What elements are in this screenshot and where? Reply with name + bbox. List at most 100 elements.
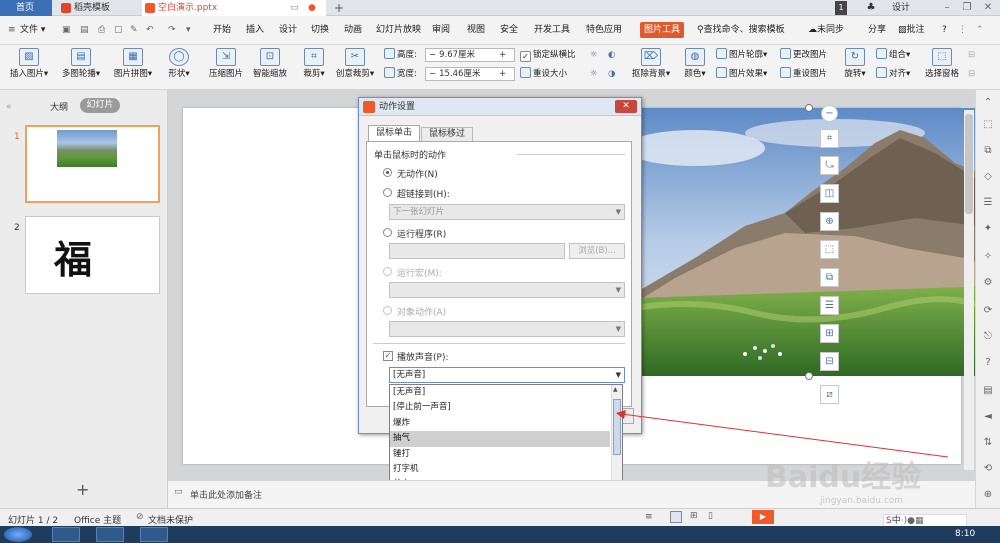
pane-copy-icon[interactable]: ⧉ [981,144,995,158]
pane-backup-icon[interactable]: ⟳ [981,304,995,318]
group-button[interactable]: 组合▾ [876,48,910,62]
sound-select[interactable]: [无声音] ▼ [389,367,625,383]
export-pdf-icon[interactable]: ▤ [80,22,89,38]
sound-option[interactable]: [停止前一声音] [390,400,610,415]
customize-icon[interactable]: ▾ [186,22,191,38]
add-slide-button[interactable]: + [76,480,89,499]
pane-effect-icon[interactable]: ✧ [981,250,995,264]
pane-style-icon[interactable]: ☰ [981,196,995,210]
width-decrement[interactable]: − [426,69,439,79]
picture-outline-button[interactable]: 图片轮廓▾ [716,48,767,62]
menu-file[interactable]: 文件 ▾ [20,22,45,38]
notes-toggle-icon[interactable]: ≡ [645,512,653,522]
smart-scale-button[interactable]: ⊡ 智能缩放 [250,48,290,79]
help-button[interactable]: ? [942,22,947,38]
remove-bg-button[interactable]: ⌦ 抠除背景▾ [630,48,672,79]
color-button[interactable]: ◍ 颜色▾ [680,48,710,79]
menu-item[interactable]: 开发工具 [534,22,570,38]
clock-time[interactable]: 8:10 [955,529,975,539]
redo-icon[interactable]: ↷ [168,22,176,38]
send-backward-icon[interactable]: ⊟ [968,67,975,81]
collapse-ribbon-icon[interactable]: ⌃ [976,22,984,38]
multi-outline-button[interactable]: ▤ 多图轮播▾ [58,48,104,79]
pane-more-icon[interactable]: ⊕ [981,488,995,502]
collapse-float-icon[interactable]: − [821,105,838,122]
slide-picture[interactable] [635,108,993,376]
float-edit-icon[interactable]: ⧄ [820,385,839,404]
contrast-down-icon[interactable]: ◑ [608,67,615,81]
height-input[interactable]: −9.67厘米 + [425,48,515,62]
float-select-icon[interactable]: ⬚ [820,240,839,259]
normal-view-icon[interactable] [670,511,682,523]
program-path-input[interactable] [389,243,565,259]
height-decrement[interactable]: − [426,50,439,60]
float-crop-icon[interactable]: ⌗ [820,129,839,148]
radio-run-macro[interactable] [383,267,392,276]
protect-status[interactable]: 文档未保护 [148,513,193,526]
crop-button[interactable]: ⌗ 裁剪▾ [300,48,328,79]
taskbar-folder-icon[interactable] [96,527,124,542]
sound-option[interactable]: 打字机 [390,462,610,477]
pane-history-icon[interactable]: ⟲ [981,462,995,476]
play-sound-checkbox[interactable]: ✓ [383,351,393,361]
insert-picture-button[interactable]: ▨ 插入图片▾ [6,48,52,79]
pane-share-icon[interactable]: ⎋ [981,330,995,344]
format-painter-icon[interactable]: ✎ [130,22,138,38]
resize-handle-bottom-right[interactable] [805,372,813,380]
canvas-scroll-thumb[interactable] [965,114,973,214]
lock-ratio-checkbox[interactable]: ✓ 锁定纵横比 [520,48,576,62]
reading-view-icon[interactable]: ▯ [708,511,713,521]
menu-item[interactable]: 图片工具 [640,22,685,38]
undo-icon[interactable]: ↶ [146,22,154,38]
radio-hyperlink[interactable] [383,188,392,197]
print-icon[interactable]: ⎙ [98,22,105,38]
float-link-icon[interactable]: ⤿ [820,156,839,175]
tab-outline[interactable]: 大纲 [50,100,68,113]
change-picture-button[interactable]: 更改图片 [780,48,827,62]
taskbar-browser-icon[interactable] [52,527,80,542]
tab-template[interactable]: 稻壳模板 [58,0,138,16]
menu-item[interactable]: 安全 [500,22,518,38]
menu-item[interactable]: 开始 [213,22,231,38]
tab-home[interactable]: 首页 [0,0,52,16]
save-icon[interactable]: ▣ [62,22,71,38]
user-icon[interactable]: ♣ [864,1,878,15]
preview-icon[interactable]: ▢ [114,22,123,38]
tab-mouse-over[interactable]: 鼠标移过 [421,127,473,141]
tab-mouse-click[interactable]: 鼠标单击 [368,125,420,141]
notification-badge[interactable]: 1 [835,1,847,15]
menu-item[interactable]: 动画 [344,22,362,38]
reset-picture-button[interactable]: 重设图片 [780,67,827,81]
new-tab-button[interactable]: + [330,0,350,16]
restore-icon[interactable]: ❐ [960,1,974,15]
macro-select[interactable]: ▼ [389,282,625,298]
sound-option[interactable]: 锤打 [390,447,610,462]
sound-option[interactable]: [无声音] [390,385,610,400]
pane-sound-icon[interactable]: ◄ [981,410,995,424]
tab-document[interactable]: 空白演示.pptx ▭ ● [142,0,326,16]
contrast-up-icon[interactable]: ◐ [608,48,615,62]
float-copy-icon[interactable]: ⧉ [820,268,839,287]
pane-scroll-icon[interactable]: ⇅ [981,436,995,450]
menu-item[interactable]: 审阅 [432,22,450,38]
pane-collapse-icon[interactable]: ⌃ [981,96,995,110]
monitor-icon[interactable]: ▭ [290,0,299,16]
align-button[interactable]: 对齐▾ [876,67,910,81]
radio-run-program[interactable] [383,228,392,237]
minimize-icon[interactable]: – [940,1,954,15]
radio-object-action[interactable] [383,306,392,315]
float-layers-icon[interactable]: ☰ [820,296,839,315]
brightness-up-icon[interactable]: ☼ [590,48,598,62]
slide1-thumbnail[interactable] [25,125,160,203]
collapse-panel-icon[interactable]: « [6,102,12,112]
hyperlink-select[interactable]: 下一张幻灯片 ▼ [389,204,625,220]
reset-size-button[interactable]: 重设大小 [520,67,567,81]
compress-button[interactable]: ⇲ 压缩图片 [206,48,246,79]
brightness-down-icon[interactable]: ☼ [590,67,598,81]
sound-option[interactable]: 爆炸 [390,416,610,431]
taskbar-wps-icon[interactable] [140,527,168,542]
dialog-close-icon[interactable]: ✕ [615,100,637,113]
picture-effect-button[interactable]: 图片效果▾ [716,67,767,81]
start-button[interactable] [4,527,32,542]
pane-animation-icon[interactable]: ✦ [981,222,995,236]
